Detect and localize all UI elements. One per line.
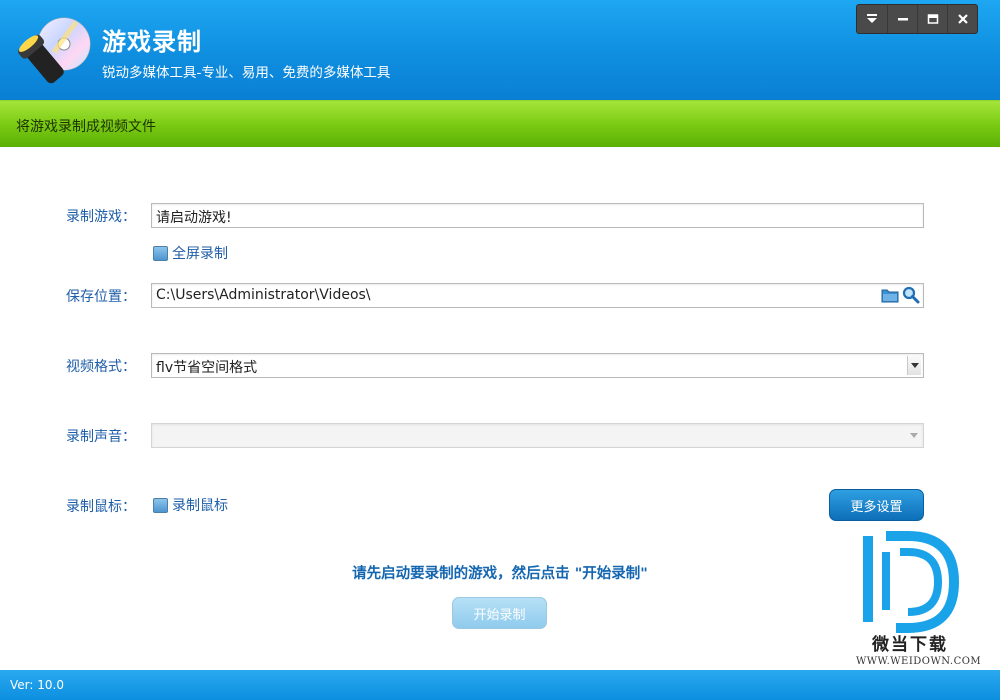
mouse-checkbox-label: 录制鼠标	[172, 498, 228, 514]
mouse-label: 录制鼠标：	[66, 499, 136, 515]
game-label: 录制游戏：	[66, 209, 136, 225]
video-format-select[interactable]: flv节省空间格式	[151, 353, 924, 378]
save-location-label: 保存位置：	[66, 289, 136, 305]
maximize-button[interactable]	[917, 5, 947, 33]
more-settings-button[interactable]: 更多设置	[829, 489, 924, 521]
watermark-text: 微当下载	[872, 635, 948, 655]
app-title: 游戏录制	[102, 28, 202, 56]
close-button[interactable]	[947, 5, 977, 33]
section-title: 将游戏录制成视频文件	[16, 119, 156, 135]
video-format-label: 视频格式：	[66, 359, 136, 375]
status-bar: Ver: 10.0	[0, 670, 1000, 700]
title-bar: 游戏录制 锐动多媒体工具-专业、易用、免费的多媒体工具	[0, 0, 1000, 100]
audio-select[interactable]	[151, 423, 924, 448]
save-location-value: C:\Users\Administrator\Videos\	[156, 287, 371, 303]
version-label: Ver: 10.0	[10, 678, 64, 692]
fullscreen-checkbox-row[interactable]: 全屏录制	[153, 243, 228, 263]
section-header: 将游戏录制成视频文件	[0, 100, 1000, 147]
watermark-url: WWW.WEIDOWN.COM	[856, 656, 982, 667]
minimize-icon	[897, 18, 908, 21]
menu-icon	[867, 14, 877, 23]
fullscreen-checkbox[interactable]	[153, 245, 168, 261]
minimize-button[interactable]	[887, 5, 917, 33]
app-logo-icon	[18, 17, 91, 84]
window-controls	[856, 4, 978, 34]
close-icon	[957, 14, 968, 24]
fullscreen-label: 全屏录制	[172, 246, 228, 262]
chevron-down-icon[interactable]	[907, 356, 921, 375]
mouse-checkbox[interactable]	[153, 497, 168, 513]
start-recording-button[interactable]: 开始录制	[452, 597, 547, 629]
menu-button[interactable]	[857, 5, 887, 33]
chevron-down-icon[interactable]	[907, 426, 921, 445]
folder-icon[interactable]	[881, 287, 899, 303]
maximize-icon	[927, 14, 938, 24]
video-format-value: flv节省空间格式	[156, 360, 258, 376]
app-subtitle: 锐动多媒体工具-专业、易用、免费的多媒体工具	[102, 65, 391, 81]
audio-label: 录制声音：	[66, 429, 136, 445]
search-icon[interactable]	[902, 286, 920, 304]
save-location-field[interactable]: C:\Users\Administrator\Videos\	[151, 283, 924, 308]
hint-text: 请先启动要录制的游戏，然后点击 "开始录制"	[352, 566, 648, 582]
game-value: 请启动游戏!	[156, 210, 232, 226]
game-field[interactable]: 请启动游戏!	[151, 203, 924, 228]
mouse-checkbox-row[interactable]: 录制鼠标	[153, 495, 228, 515]
